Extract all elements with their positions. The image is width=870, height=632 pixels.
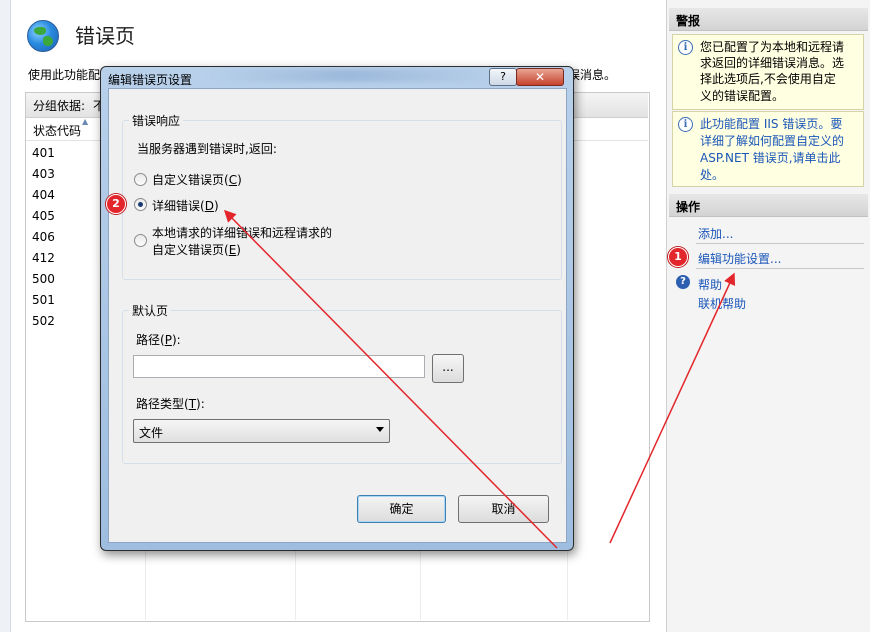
arrow-to-edit-settings [609,272,736,544]
annotation-badge-1: 1 [668,247,688,267]
annotation-badge-2: 2 [106,194,126,214]
annotation-arrows [223,209,736,549]
arrow-to-detailed-errors [223,209,558,549]
